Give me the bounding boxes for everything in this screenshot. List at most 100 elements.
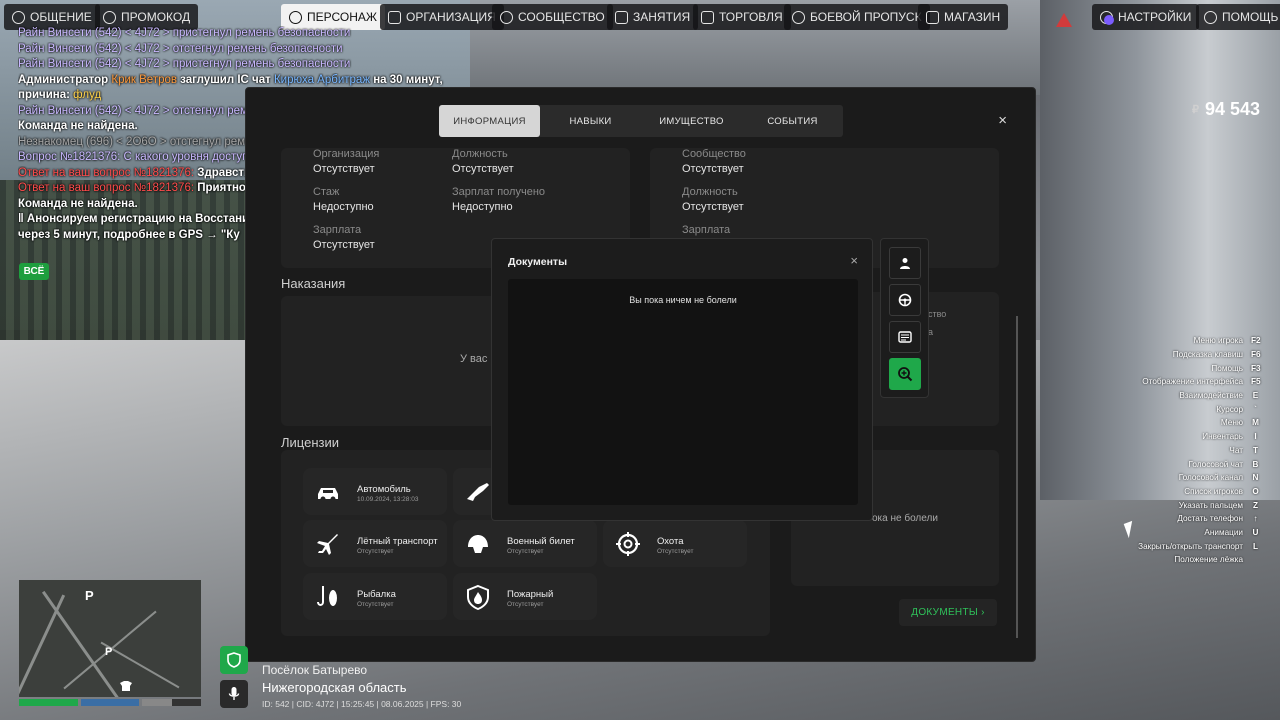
license-status: Отсутствует bbox=[507, 601, 544, 608]
chat-segment: Райн Винсети (542) < 4J72 > отстегнул ре… bbox=[18, 42, 343, 55]
money-amount: 94 543 bbox=[1204, 99, 1260, 119]
right-card-line1: ство bbox=[928, 309, 947, 319]
doc-type-passport-button[interactable] bbox=[889, 247, 921, 279]
license-name: Военный билет bbox=[507, 536, 575, 547]
hotkey-row: Указать пальцем Z bbox=[1060, 498, 1260, 512]
hotkey-key: N bbox=[1252, 473, 1259, 483]
nav-community[interactable]: СООБЩЕСТВО bbox=[492, 4, 613, 30]
license-status: Отсутствует bbox=[657, 548, 694, 555]
hotkey-row: Голосовой канал N bbox=[1060, 471, 1260, 485]
nav-organization-label: ОРГАНИЗАЦИЯ bbox=[406, 10, 496, 24]
hotkey-key: U bbox=[1252, 527, 1259, 537]
chat-segment: Крик Ветров bbox=[111, 73, 177, 86]
microphone-icon bbox=[228, 687, 240, 700]
nav-promocode-label: ПРОМОКОД bbox=[121, 10, 191, 24]
hotkey-label: Положение лёжка bbox=[1174, 555, 1243, 565]
clipboard-icon bbox=[615, 10, 628, 24]
crosshair-icon bbox=[616, 532, 640, 556]
license-firefighter[interactable]: Пожарный Отсутствует bbox=[453, 573, 597, 620]
chat-segment: причина: bbox=[18, 89, 74, 101]
fish-hook-icon bbox=[317, 586, 337, 606]
nav-help[interactable]: ПОМОЩЬ bbox=[1196, 4, 1280, 30]
cart-icon bbox=[926, 10, 939, 24]
chat-segment: заглушил IC чат bbox=[176, 73, 274, 86]
nav-shop[interactable]: МАГАЗИН bbox=[918, 4, 1009, 30]
doc-type-medical-button[interactable] bbox=[889, 358, 921, 390]
hotkey-label: Закрыть/открыть транспорт bbox=[1138, 541, 1243, 551]
chat-line: Райн Винсети (542) < 4J72 > отстегнул ре… bbox=[18, 42, 488, 58]
license-aviation[interactable]: Лётный транспорт Отсутствует bbox=[303, 520, 447, 567]
plane-icon bbox=[317, 534, 338, 555]
fire-shield-icon bbox=[467, 584, 489, 610]
nav-trade-label: ТОРГОВЛЯ bbox=[719, 10, 783, 24]
panel-close-button[interactable]: × bbox=[998, 112, 1007, 129]
hotkey-label: Взаимодействие bbox=[1179, 391, 1243, 401]
chat-segment: флуд bbox=[73, 89, 102, 101]
nav-trade[interactable]: ТОРГОВЛЯ bbox=[693, 4, 791, 30]
license-name: Лётный транспорт bbox=[357, 536, 438, 547]
nav-activities[interactable]: ЗАНЯТИЯ bbox=[607, 4, 699, 30]
modal-empty-text: Вы пока ничем не болели bbox=[629, 295, 737, 305]
hotkey-row: Помощь F3 bbox=[1060, 361, 1260, 375]
hotkey-key: Z bbox=[1252, 500, 1258, 510]
hotkey-row: Меню игрока F2 bbox=[1060, 334, 1261, 348]
documents-button[interactable]: ДОКУМЕНТЫ › bbox=[899, 599, 997, 626]
tab-information[interactable]: ИНФОРМАЦИЯ bbox=[439, 105, 540, 137]
doc-type-id-button[interactable] bbox=[889, 321, 921, 353]
chat-filter-all-button[interactable]: ВСЁ bbox=[19, 263, 49, 280]
hotkey-row: Список игроков O bbox=[1060, 485, 1260, 499]
tab-skills[interactable]: НАВЫКИ bbox=[540, 105, 641, 137]
location-shield-button[interactable] bbox=[220, 646, 248, 674]
health-bar-fill bbox=[19, 699, 78, 706]
hotkey-row: Чат T bbox=[1060, 444, 1260, 458]
organization-icon bbox=[388, 10, 401, 24]
hotkey-row: Подсказка клавиш F6 bbox=[1060, 348, 1261, 362]
hotkey-row: Положение лёжка bbox=[1060, 553, 1260, 567]
chat-segment: Команда не найдена. bbox=[18, 120, 138, 132]
id-card-icon bbox=[898, 331, 912, 343]
chat-segment: Райн Винсети (542) < 4J72 > пристегнул р… bbox=[18, 27, 351, 39]
nav-battle-pass-label: БОЕВОЙ ПРОПУСК bbox=[810, 10, 922, 24]
person-icon bbox=[900, 258, 910, 269]
community-label: Сообщество bbox=[682, 148, 746, 160]
modal-close-button[interactable]: × bbox=[850, 253, 858, 268]
hotkey-label: Инвентарь bbox=[1202, 432, 1243, 442]
chat-segment: Кирюха Арбитраж bbox=[273, 73, 371, 86]
modal-title: Документы bbox=[508, 256, 568, 268]
license-military[interactable]: Военный билет Отсутствует bbox=[453, 520, 597, 567]
health-bar bbox=[19, 699, 78, 706]
nav-community-label: СООБЩЕСТВО bbox=[518, 10, 605, 24]
community-position-label: Должность bbox=[682, 186, 738, 198]
org-salary-label: Зарплата bbox=[313, 224, 362, 236]
hotkey-key: I bbox=[1254, 432, 1257, 442]
person-icon bbox=[103, 10, 116, 24]
chat-segment: на 30 минут, bbox=[370, 73, 443, 86]
nav-battle-pass[interactable]: БОЕВОЙ ПРОПУСК bbox=[784, 4, 930, 30]
hotkey-row: Меню M bbox=[1060, 416, 1260, 430]
license-hunting[interactable]: Охота Отсутствует bbox=[603, 520, 747, 567]
microphone-button[interactable] bbox=[220, 680, 248, 708]
chat-segment: Администратор bbox=[18, 73, 112, 86]
hunger-bar-fill bbox=[142, 699, 172, 706]
license-fishing[interactable]: Рыбалка Отсутствует bbox=[303, 573, 447, 620]
org-position-value: Отсутствует bbox=[452, 163, 514, 175]
hotkey-key: E bbox=[1252, 391, 1259, 401]
nav-character-label: ПЕРСОНАЖ bbox=[307, 10, 377, 24]
org-experience-label: Стаж bbox=[313, 186, 340, 198]
tab-events[interactable]: СОБЫТИЯ bbox=[742, 105, 843, 137]
license-status: 10.09.2024, 13:28:03 bbox=[357, 496, 419, 503]
doc-type-driver-button[interactable] bbox=[889, 284, 921, 316]
hotkey-label: Меню bbox=[1220, 418, 1243, 428]
hotkey-row: Курсор ` bbox=[1060, 402, 1260, 416]
panel-scrollbar[interactable] bbox=[1016, 316, 1018, 638]
minimap-parking-marker-2: P bbox=[105, 646, 113, 658]
shield-icon bbox=[227, 652, 241, 668]
hotkey-key: M bbox=[1252, 418, 1259, 428]
hunger-bar bbox=[142, 699, 202, 706]
punishments-title: Наказания bbox=[281, 276, 346, 291]
org-experience-value: Недоступно bbox=[313, 201, 374, 213]
license-name: Охота bbox=[657, 536, 684, 547]
hotkey-hints: Меню игрока F2 Подсказка клавиш F6 Помощь F3 О… bbox=[1060, 334, 1260, 567]
tab-property[interactable]: ИМУЩЕСТВО bbox=[641, 105, 742, 137]
license-car[interactable]: Автомобиль 10.09.2024, 13:28:03 bbox=[303, 468, 447, 515]
